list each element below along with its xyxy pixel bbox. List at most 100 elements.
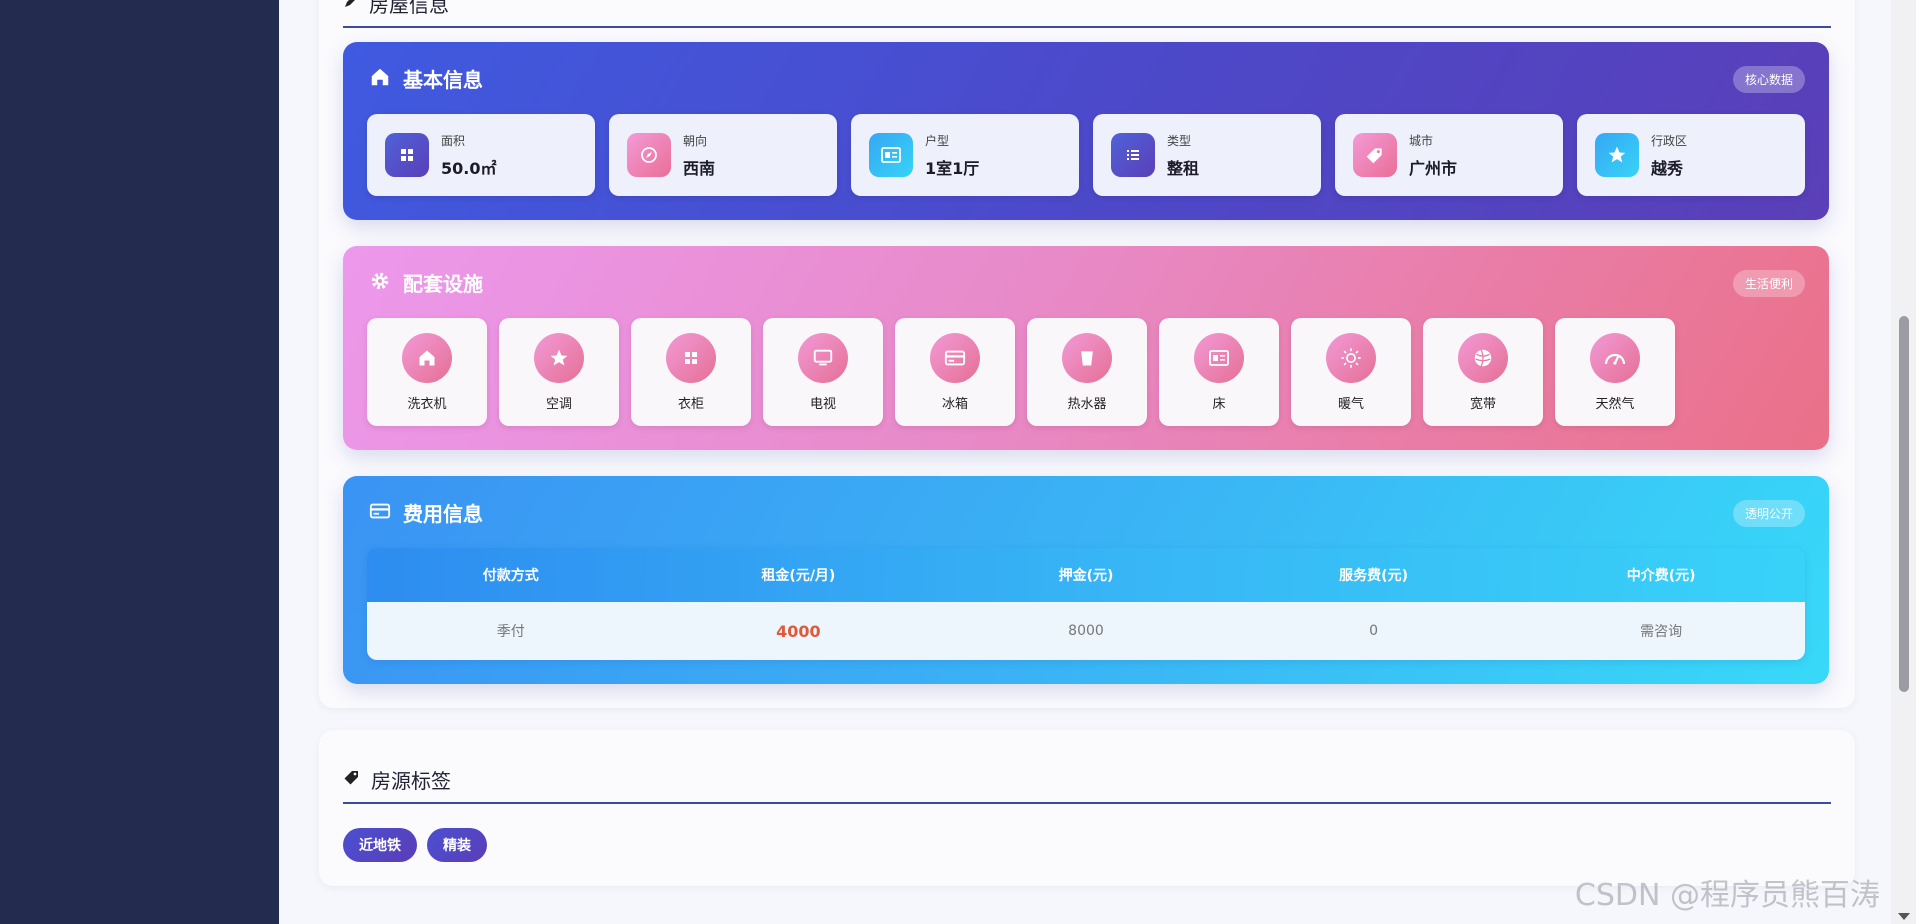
basic-info-value: 50.0㎡ [441, 158, 497, 178]
sidebar [0, 0, 279, 924]
basic-info-label: 城市 [1409, 133, 1434, 148]
facility-card: 电视 [763, 318, 883, 426]
basic-info-value: 整租 [1167, 158, 1200, 178]
id-card-icon [1194, 332, 1244, 383]
header-deposit: 押金(元) [1058, 568, 1114, 584]
basic-info-text: 户型 1室1厅 [925, 132, 979, 179]
globe-icon [1458, 332, 1508, 383]
facility-label: 天然气 [1595, 396, 1635, 412]
basic-info-panel: 基本信息 核心数据 面积 50.0㎡ 朝向 西南 户型 1室1厅 类型整租 城市广州市 行政区越… [343, 42, 1829, 220]
payment-method-value: 季付 [496, 624, 525, 640]
grid-icon [385, 133, 429, 177]
star-icon [534, 332, 584, 383]
fees-badge: 透明公开 [1732, 500, 1805, 527]
service-fee-value: 0 [1369, 623, 1379, 639]
facility-card: 热水器 [1027, 318, 1147, 426]
basic-info-label: 面积 [441, 133, 466, 148]
facility-card: 空调 [499, 318, 619, 426]
facility-card: 冰箱 [895, 318, 1015, 426]
basic-info-label: 行政区 [1651, 133, 1688, 148]
tags-section: 房源标签 近地铁 精装 [319, 730, 1855, 886]
property-info-header: 房屋信息 [343, 0, 1831, 28]
grid-icon [666, 332, 716, 383]
basic-info-badge: 核心数据 [1732, 66, 1805, 93]
basic-info-card: 类型 整租 [1093, 114, 1321, 196]
facility-card: 床 [1159, 318, 1279, 426]
facility-label: 洗衣机 [407, 396, 447, 412]
facility-card: 暖气 [1291, 318, 1411, 426]
fees-table: 付款方式 租金(元/月) 押金(元) 服务费(元) 中介费(元) 季付 4000… [367, 548, 1805, 660]
basic-info-label: 户型 [925, 133, 950, 148]
basic-info-list: 面积 50.0㎡ 朝向 西南 户型 1室1厅 类型整租 城市广州市 行政区 越秀 [367, 114, 1805, 196]
facility-label: 衣柜 [677, 396, 704, 412]
property-info-title: 房屋信息 [369, 0, 449, 17]
basic-info-card: 面积 50.0㎡ [367, 114, 595, 196]
fees-title: 费用信息 [403, 502, 483, 526]
facility-label: 床 [1212, 396, 1226, 412]
credit-card-icon [930, 332, 980, 383]
facility-card: 衣柜 [631, 318, 751, 426]
gauge-icon [1590, 332, 1640, 383]
id-card-icon [869, 133, 913, 177]
facility-card: 天然气 [1555, 318, 1675, 426]
facility-label: 电视 [809, 396, 836, 412]
facility-label: 热水器 [1067, 396, 1107, 412]
fees-header: 费用信息 [369, 498, 483, 527]
tag-chip[interactable]: 精装 [427, 828, 487, 862]
cup-icon [1062, 332, 1112, 383]
facilities-panel: 配套设施 生活便利 洗衣机 空调 衣柜 电视 冰箱 热水器 床 暖气 宽带 天然气 [343, 246, 1829, 450]
header-payment-method: 付款方式 [482, 568, 539, 584]
basic-info-text: 城市 广州市 [1409, 132, 1457, 179]
scrollbar[interactable] [1891, 0, 1916, 924]
tags-header: 房源标签 [343, 766, 1831, 804]
facility-label: 宽带 [1469, 396, 1496, 412]
home-icon [402, 332, 452, 383]
facilities-list: 洗衣机 空调 衣柜 电视 冰箱 热水器 床 暖气 宽带 天然气 [367, 318, 1675, 426]
basic-info-value: 广州市 [1409, 158, 1458, 178]
fees-panel: 费用信息 透明公开 付款方式 租金(元/月) 押金(元) 服务费(元) 中介费(… [343, 476, 1829, 684]
tag-icon [1353, 133, 1397, 177]
header-agency-fee: 中介费(元) [1626, 568, 1696, 584]
tags-title: 房源标签 [371, 768, 451, 793]
facilities-header: 配套设施 [369, 268, 483, 297]
scroll-down-arrow-icon[interactable] [1898, 913, 1910, 920]
deposit-value: 8000 [1068, 623, 1104, 639]
tags-list: 近地铁 精装 [343, 828, 487, 862]
watermark: CSDN @程序员熊百涛 [1574, 878, 1880, 913]
gear-icon [369, 270, 391, 296]
main-content: 房屋信息 基本信息 核心数据 面积 50.0㎡ 朝向 西南 户型 1室1厅 类型整租 城市广州… [279, 0, 1891, 924]
fees-table-header: 付款方式 租金(元/月) 押金(元) 服务费(元) 中介费(元) [367, 548, 1805, 602]
basic-info-text: 行政区 越秀 [1651, 132, 1687, 179]
facility-label: 冰箱 [941, 396, 968, 412]
property-info-section: 房屋信息 基本信息 核心数据 面积 50.0㎡ 朝向 西南 户型 1室1厅 类型整租 城市广州… [319, 0, 1855, 708]
facility-label: 空调 [545, 396, 572, 412]
basic-info-label: 朝向 [683, 133, 708, 148]
rent-value: 4000 [776, 621, 821, 641]
tag-icon [343, 768, 361, 790]
basic-info-card: 行政区 越秀 [1577, 114, 1805, 196]
facility-card: 洗衣机 [367, 318, 487, 426]
facility-card: 宽带 [1423, 318, 1543, 426]
table-row: 季付 4000 8000 0 需咨询 [367, 602, 1805, 660]
compass-icon [627, 133, 671, 177]
list-icon [1111, 133, 1155, 177]
header-service-fee: 服务费(元) [1339, 568, 1408, 584]
tv-icon [798, 332, 848, 383]
scrollbar-thumb[interactable] [1899, 316, 1909, 692]
basic-info-text: 朝向 西南 [683, 132, 715, 179]
tag-chip[interactable]: 近地铁 [343, 828, 417, 862]
credit-card-icon [369, 500, 391, 526]
home-icon [369, 66, 391, 92]
basic-info-value: 1室1厅 [925, 158, 980, 178]
basic-info-text: 面积 50.0㎡ [441, 132, 496, 179]
basic-info-title: 基本信息 [403, 68, 483, 92]
sun-icon [1326, 332, 1376, 383]
facility-label: 暖气 [1337, 396, 1364, 412]
basic-info-header: 基本信息 [369, 64, 483, 93]
facilities-title: 配套设施 [403, 272, 483, 296]
basic-info-card: 户型 1室1厅 [851, 114, 1079, 196]
facilities-badge: 生活便利 [1732, 270, 1805, 297]
basic-info-label: 类型 [1167, 133, 1192, 148]
pen-icon [343, 0, 359, 13]
star-icon [1595, 133, 1639, 177]
